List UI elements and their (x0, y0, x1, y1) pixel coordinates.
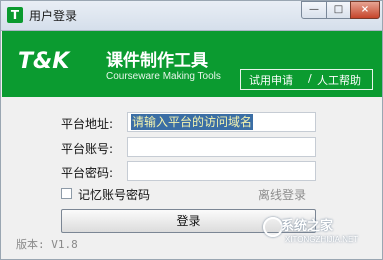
platform-account-label: 平台账号: (61, 142, 114, 156)
help-links-box: 试用申请 / 人工帮助 (240, 69, 373, 90)
link-separator: / (308, 72, 312, 85)
watermark: 系统之家 XITONGZHIJIA.NET (263, 215, 379, 255)
remember-label[interactable]: 记忆账号密码 (78, 186, 150, 203)
version-text: 版本: V1.8 (16, 238, 78, 251)
minimize-button[interactable]: — (301, 1, 327, 19)
brand-subtitle: Courseware Making Tools (106, 71, 221, 82)
trial-apply-link[interactable]: 试用申请 (249, 72, 293, 88)
platform-account-input[interactable] (127, 137, 316, 157)
watermark-text: 系统之家 (281, 219, 334, 234)
watermark-url: XITONGZHIJIA.NET (285, 235, 359, 244)
brand-title: 课件制作工具 (106, 51, 208, 71)
watermark-icon (263, 217, 283, 237)
platform-address-value: 请输入平台的访问域名 (131, 114, 254, 130)
brand-banner: T&K 课件制作工具 Courseware Making Tools 试用申请 … (2, 31, 382, 97)
human-help-link[interactable]: 人工帮助 (317, 72, 361, 88)
platform-address-input[interactable]: 请输入平台的访问域名 (127, 112, 316, 132)
app-icon: T (7, 7, 23, 23)
close-button[interactable]: × (350, 1, 380, 19)
offline-login-link[interactable]: 离线登录 (258, 186, 306, 203)
platform-password-input[interactable] (127, 161, 316, 181)
platform-address-label: 平台地址: (61, 117, 114, 131)
title-bar[interactable]: T 用户登录 — □ × (1, 1, 382, 31)
remember-checkbox[interactable] (61, 188, 72, 199)
login-window: T 用户登录 — □ × T&K 课件制作工具 Courseware Makin… (0, 0, 383, 260)
maximize-button[interactable]: □ (326, 1, 351, 19)
tk-logo: T&K (18, 49, 70, 74)
window-title: 用户登录 (29, 9, 78, 23)
platform-password-label: 平台密码: (61, 166, 114, 180)
